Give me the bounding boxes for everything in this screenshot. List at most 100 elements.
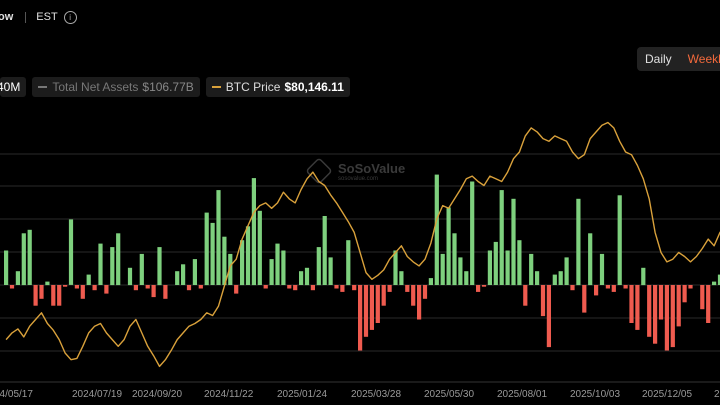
flow-bar xyxy=(617,195,622,285)
flow-bar xyxy=(116,233,121,286)
flow-bar xyxy=(523,285,528,306)
flow-bar xyxy=(157,247,162,286)
flow-bar xyxy=(712,281,717,286)
flow-bar xyxy=(9,285,15,289)
x-tick-label: 2025/10/03 xyxy=(570,389,620,400)
flow-bar xyxy=(216,190,221,285)
flow-bar xyxy=(452,233,457,286)
flow-bar xyxy=(133,285,138,291)
flow-bar xyxy=(552,274,557,285)
flow-bar xyxy=(582,285,587,313)
flow-bar xyxy=(399,271,404,285)
flow-bar xyxy=(210,222,215,285)
flow-bar xyxy=(198,285,203,289)
flow-bar xyxy=(63,285,68,287)
flow-bar xyxy=(358,285,363,351)
flow-bar xyxy=(658,285,664,320)
flow-bar xyxy=(369,285,374,330)
flow-bar xyxy=(588,233,593,286)
flow-bar xyxy=(104,285,109,294)
flow-bar xyxy=(605,285,610,289)
flow-bar xyxy=(74,285,79,289)
flow-bar xyxy=(181,264,186,285)
flow-bar xyxy=(27,229,32,285)
flow-bar xyxy=(299,271,304,285)
flow-bar xyxy=(476,285,481,292)
flow-bar xyxy=(481,285,487,287)
flow-bar xyxy=(517,240,522,286)
flow-bar xyxy=(470,181,475,285)
flow-bar xyxy=(381,285,386,306)
btc-price-line xyxy=(5,121,720,368)
flow-bar xyxy=(33,285,38,306)
flow-bar xyxy=(175,271,180,285)
flow-bar xyxy=(499,190,504,285)
flow-bar xyxy=(611,285,616,292)
flow-bar xyxy=(304,267,310,286)
flow-bar xyxy=(641,267,646,286)
flow-bar xyxy=(458,257,463,285)
flow-bar xyxy=(281,250,286,285)
flow-bar xyxy=(405,285,410,292)
flow-bar xyxy=(682,285,687,303)
flow-bar xyxy=(352,285,357,291)
flow-bar xyxy=(240,240,245,286)
flow-bar xyxy=(80,285,85,299)
flow-bar xyxy=(15,271,20,285)
flow-bar xyxy=(204,212,209,286)
flow-bar xyxy=(529,253,534,285)
flow-bar xyxy=(186,285,192,291)
chart-svg: 24/05/17 2024/07/19 2024/09/20 2024/11/22 20… xyxy=(0,121,720,400)
flow-bar xyxy=(564,257,569,285)
flow-bar xyxy=(464,271,469,285)
flow-bar xyxy=(664,285,669,351)
flow-bar xyxy=(688,285,693,289)
flow-bar xyxy=(192,259,197,285)
flow-bar xyxy=(434,174,439,285)
flow-bar xyxy=(322,216,327,285)
flow-bar xyxy=(700,285,705,310)
flow-bar xyxy=(363,285,369,337)
flow-bar xyxy=(653,285,658,344)
flow-bar xyxy=(163,285,168,299)
flow-bar xyxy=(51,285,56,306)
x-tick-label: 2025/03/28 xyxy=(351,389,401,400)
flow-bar xyxy=(4,250,9,285)
flow-bar xyxy=(251,178,256,286)
flow-bar xyxy=(706,285,711,323)
flow-bar xyxy=(570,285,575,291)
flow-bar xyxy=(287,285,292,289)
flow-bar xyxy=(505,250,510,285)
flow-bar xyxy=(446,207,451,285)
flow-bar xyxy=(68,219,74,285)
flow-bar xyxy=(245,226,251,285)
flow-bar xyxy=(535,271,540,285)
flow-bar xyxy=(411,285,416,306)
x-tick-label: 2024/11/22 xyxy=(204,389,254,400)
flow-bar xyxy=(263,285,268,289)
flow-bar xyxy=(257,210,262,285)
flow-bar xyxy=(375,285,380,323)
x-tick-label: 2025/12/05 xyxy=(642,389,692,400)
flow-bar xyxy=(546,285,551,348)
flow-bar xyxy=(676,285,681,327)
flow-bar xyxy=(417,285,422,320)
flow-bar xyxy=(45,281,50,286)
flow-bar xyxy=(629,285,634,323)
flow-bar xyxy=(576,198,581,286)
flow-bar xyxy=(234,285,239,294)
flow-bar xyxy=(599,253,605,285)
flow-bar xyxy=(393,250,398,285)
flow-bar xyxy=(493,241,498,285)
flow-bar xyxy=(57,285,62,306)
flow-bar xyxy=(511,198,516,286)
x-tick-label: 2024/07/19 xyxy=(72,389,122,400)
flow-bar xyxy=(21,233,26,286)
flow-bar xyxy=(647,285,652,337)
flow-bar xyxy=(440,253,445,285)
flow-bar xyxy=(310,285,315,291)
flow-bar xyxy=(670,285,675,348)
flow-bar xyxy=(92,285,97,291)
flow-bar xyxy=(145,285,150,289)
flow-bar xyxy=(340,285,345,292)
